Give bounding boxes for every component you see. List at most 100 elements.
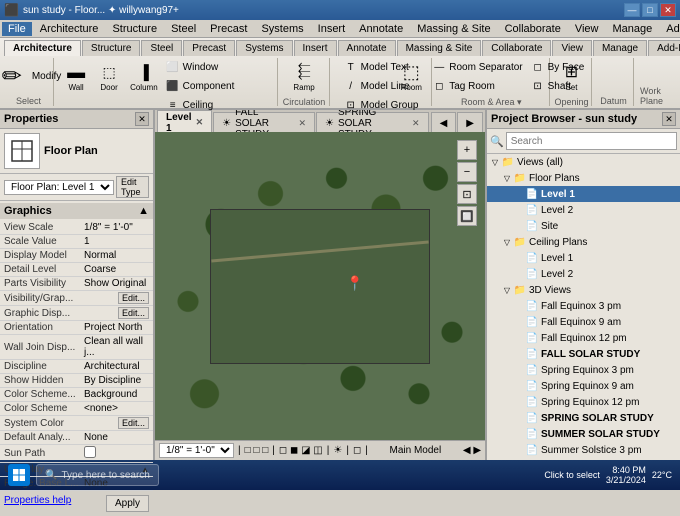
project-browser-close-button[interactable]: ✕ <box>662 112 676 126</box>
menu-file[interactable]: File <box>2 22 32 36</box>
menu-collaborate[interactable]: Collaborate <box>499 22 567 36</box>
ramp-button[interactable]: ⬱ Ramp <box>288 58 320 95</box>
ribbon-tab-structure[interactable]: Structure <box>82 40 141 56</box>
wall-button[interactable]: ▬ Wall <box>60 58 92 95</box>
menu-steel[interactable]: Steel <box>165 22 202 36</box>
visibility-edit-button[interactable]: Edit... <box>118 292 149 304</box>
bottom-scale-select[interactable]: 1/8" = 1'-0" <box>159 443 234 458</box>
tree-node-fall-equinox-12pm[interactable]: 📄 Fall Equinox 12 pm <box>487 330 680 346</box>
tree-node-level2[interactable]: 📄 Level 2 <box>487 202 680 218</box>
menu-systems[interactable]: Systems <box>255 22 309 36</box>
properties-help-link[interactable]: Properties help <box>4 495 103 512</box>
door-button[interactable]: ⬚ Door <box>93 58 125 95</box>
tree-toggle-floor-plans[interactable]: ▽ <box>501 172 513 184</box>
tree-node-ceiling-plans[interactable]: ▽ 📁 Ceiling Plans <box>487 234 680 250</box>
menu-addins[interactable]: Add-Ins <box>660 22 680 36</box>
start-button[interactable] <box>8 464 30 486</box>
ribbon-tab-collaborate[interactable]: Collaborate <box>482 40 551 56</box>
tree-toggle-views-all[interactable]: ▽ <box>489 156 501 168</box>
ribbon-tab-steel[interactable]: Steel <box>141 40 182 56</box>
title-bar-controls[interactable]: — □ ✕ <box>624 3 676 17</box>
tab-arrow-right[interactable]: ▶ <box>457 112 483 132</box>
menu-precast[interactable]: Precast <box>204 22 253 36</box>
tree-node-fall-equinox-9am[interactable]: 📄 Fall Equinox 9 am <box>487 314 680 330</box>
tree-node-views-all[interactable]: ▽ 📁 Views (all) <box>487 154 680 170</box>
component-button[interactable]: ⬛ Component <box>163 77 238 95</box>
apply-button[interactable]: Apply <box>106 495 149 512</box>
set-button[interactable]: ⊞ Set <box>555 58 587 95</box>
close-button[interactable]: ✕ <box>660 3 676 17</box>
tree-node-fall-equinox-3pm[interactable]: 📄 Fall Equinox 3 pm <box>487 298 680 314</box>
zoom-in-button[interactable]: + <box>457 140 477 160</box>
view-cube-button[interactable]: 🔲 <box>457 206 477 226</box>
tree-node-spring-equinox-12pm[interactable]: 📄 Spring Equinox 12 pm <box>487 394 680 410</box>
tree-node-spring-equinox-9am[interactable]: 📄 Spring Equinox 9 am <box>487 378 680 394</box>
tree-node-level1[interactable]: 📄 Level 1 <box>487 186 680 202</box>
tab-fall-solar[interactable]: ☀ FALL SOLAR STUDY ✕ <box>213 112 315 132</box>
ribbon-tab-precast[interactable]: Precast <box>183 40 235 56</box>
datum-group-label: Datum <box>600 96 627 106</box>
graphic-disp-edit-button[interactable]: Edit... <box>118 307 149 319</box>
menu-architecture[interactable]: Architecture <box>34 22 105 36</box>
tree-node-fall-solar-study[interactable]: 📄 FALL SOLAR STUDY <box>487 346 680 362</box>
tree-node-floor-plans[interactable]: ▽ 📁 Floor Plans <box>487 170 680 186</box>
edit-type-button[interactable]: Edit Type <box>116 176 149 198</box>
zoom-out-button[interactable]: − <box>457 162 477 182</box>
minimize-button[interactable]: — <box>624 3 640 17</box>
model-text-icon: T <box>344 60 358 74</box>
menu-manage[interactable]: Manage <box>607 22 659 36</box>
system-color-edit-button[interactable]: Edit... <box>118 417 149 429</box>
properties-panel: Properties ✕ Floor Plan Floor Plan: Leve… <box>0 110 155 460</box>
tab-spring-solar-close[interactable]: ✕ <box>412 118 420 129</box>
tree-node-3d-views[interactable]: ▽ 📁 3D Views <box>487 282 680 298</box>
floor-plan-level-select[interactable]: Floor Plan: Level 1 <box>4 180 114 195</box>
menu-view[interactable]: View <box>569 22 605 36</box>
menu-structure[interactable]: Structure <box>106 22 163 36</box>
menu-massing[interactable]: Massing & Site <box>411 22 496 36</box>
search-bar-taskbar[interactable]: 🔍 Type here to search <box>36 464 159 486</box>
ribbon-tab-insert[interactable]: Insert <box>294 40 337 56</box>
column-button[interactable]: ▐ Column <box>126 58 162 95</box>
view-area[interactable]: 📍 + − ⊡ 🔲 <box>155 132 485 440</box>
tree-node-summer-solstice-9am[interactable]: 📄 Summer Solstice 9 am <box>487 458 680 460</box>
room-button[interactable]: ⬚ Room <box>395 58 427 95</box>
ribbon-tab-systems[interactable]: Systems <box>236 40 292 56</box>
properties-close-button[interactable]: ✕ <box>135 112 149 126</box>
window-button[interactable]: ⬜ Window <box>163 58 238 76</box>
detail-level-row: Detail Level Coarse <box>0 263 153 277</box>
tree-toggle-ceiling-plans[interactable]: ▽ <box>501 236 513 248</box>
tree-node-ceiling-level2[interactable]: 📄 Level 2 <box>487 266 680 282</box>
tree-node-spring-equinox-3pm[interactable]: 📄 Spring Equinox 3 pm <box>487 362 680 378</box>
tree-node-spring-solar-study[interactable]: 📄 SPRING SOLAR STUDY <box>487 410 680 426</box>
ribbon-tab-manage[interactable]: Manage <box>593 40 647 56</box>
tab-level1[interactable]: Level 1 ✕ <box>157 110 212 132</box>
tab-arrow-left[interactable]: ◀ <box>431 112 457 132</box>
ribbon-tab-addins[interactable]: Add-Ins <box>648 40 680 56</box>
fit-to-window-button[interactable]: ⊡ <box>457 184 477 204</box>
tree-node-summer-solstice-3pm[interactable]: 📄 Summer Solstice 3 pm <box>487 442 680 458</box>
tree-node-site[interactable]: 📄 Site <box>487 218 680 234</box>
tree-node-summer-solar-study[interactable]: 📄 SUMMER SOLAR STUDY <box>487 426 680 442</box>
tag-room-button[interactable]: ◻ Tag Room <box>429 77 525 95</box>
room-small-buttons: — Room Separator ◻ Tag Room <box>429 58 525 95</box>
graphics-section-header[interactable]: Graphics ▲ <box>0 203 153 219</box>
tab-level1-close[interactable]: ✕ <box>196 117 204 128</box>
ribbon-tab-architecture[interactable]: Architecture <box>4 40 81 56</box>
ribbon-tab-massing[interactable]: Massing & Site <box>397 40 482 56</box>
tab-spring-solar[interactable]: ☀ SPRING SOLAR STUDY ✕ <box>316 112 429 132</box>
ribbon-tab-annotate[interactable]: Annotate <box>338 40 396 56</box>
tree-label-views-all: Views (all) <box>517 157 563 168</box>
tree-node-ceiling-level1[interactable]: 📄 Level 1 <box>487 250 680 266</box>
sun-path-checkbox[interactable] <box>84 446 96 458</box>
tab-fall-solar-close[interactable]: ✕ <box>298 118 306 129</box>
search-input[interactable] <box>506 132 677 150</box>
tree-icon-summer-solar-study: 📄 <box>525 427 539 441</box>
menu-insert[interactable]: Insert <box>312 22 352 36</box>
maximize-button[interactable]: □ <box>642 3 658 17</box>
column-icon: ▐ <box>132 60 156 84</box>
room-separator-button[interactable]: — Room Separator <box>429 58 525 76</box>
menu-annotate[interactable]: Annotate <box>353 22 409 36</box>
sun-path-label: Sun Path <box>4 448 84 459</box>
ribbon-tab-view[interactable]: View <box>552 40 592 56</box>
tree-toggle-3d-views[interactable]: ▽ <box>501 284 513 296</box>
